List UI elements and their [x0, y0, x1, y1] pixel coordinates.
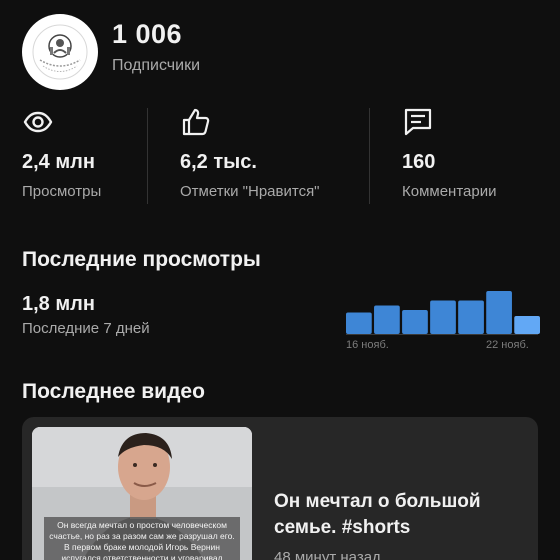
channel-avatar[interactable]: [22, 14, 98, 90]
chart-tick-label: 22 нояб.: [486, 339, 529, 351]
latest-video-card[interactable]: Он всегда мечтал о простом человеческом …: [22, 417, 538, 560]
chart-bar: [514, 316, 540, 334]
views-bar-chart[interactable]: [346, 284, 540, 336]
channel-logo-icon: [32, 24, 88, 80]
channel-header: 1 006 Подписчики: [22, 14, 200, 90]
divider: [147, 108, 148, 204]
chart-bar: [346, 312, 372, 334]
recent-views-value: 1,8 млн: [22, 293, 95, 315]
stat-likes-label: Отметки "Нравится": [180, 183, 320, 200]
stat-comments-label: Комментарии: [402, 183, 497, 200]
stat-likes[interactable]: 6,2 тыс. Отметки "Нравится": [180, 106, 320, 200]
video-thumbnail[interactable]: Он всегда мечтал о простом человеческом …: [32, 427, 252, 560]
thumbs-up-icon: [182, 108, 210, 136]
thumbnail-caption: Он всегда мечтал о простом человеческом …: [44, 517, 240, 560]
stat-likes-value: 6,2 тыс.: [180, 151, 257, 173]
chart-bar: [402, 310, 428, 334]
latest-video-title: Последнее видео: [22, 380, 205, 403]
chart-bar: [486, 291, 512, 334]
stat-views-label: Просмотры: [22, 183, 102, 200]
stat-views[interactable]: 2,4 млн Просмотры: [22, 106, 101, 200]
recent-views-period: Последние 7 дней: [22, 320, 150, 337]
stat-views-value: 2,4 млн: [22, 151, 95, 173]
subscriber-label: Подписчики: [112, 57, 201, 74]
subscriber-count: 1 006: [112, 19, 183, 49]
video-title[interactable]: Он мечтал о большой семье. #shorts: [274, 489, 524, 541]
video-time: 48 минут назад: [274, 549, 381, 560]
chart-tick-label: 16 нояб.: [346, 339, 389, 351]
recent-views-title: Последние просмотры: [22, 248, 261, 271]
comment-icon: [404, 108, 432, 136]
eye-icon: [23, 111, 53, 133]
chart-bar: [458, 300, 484, 334]
divider: [369, 108, 370, 204]
stat-comments-value: 160: [402, 151, 436, 173]
chart-baseline: [346, 334, 538, 335]
stat-comments[interactable]: 160 Комментарии: [402, 106, 496, 200]
chart-bar: [430, 300, 456, 334]
chart-bar: [374, 305, 400, 334]
stats-row: 2,4 млн Просмотры 6,2 тыс. Отметки "Нрав…: [0, 106, 560, 206]
